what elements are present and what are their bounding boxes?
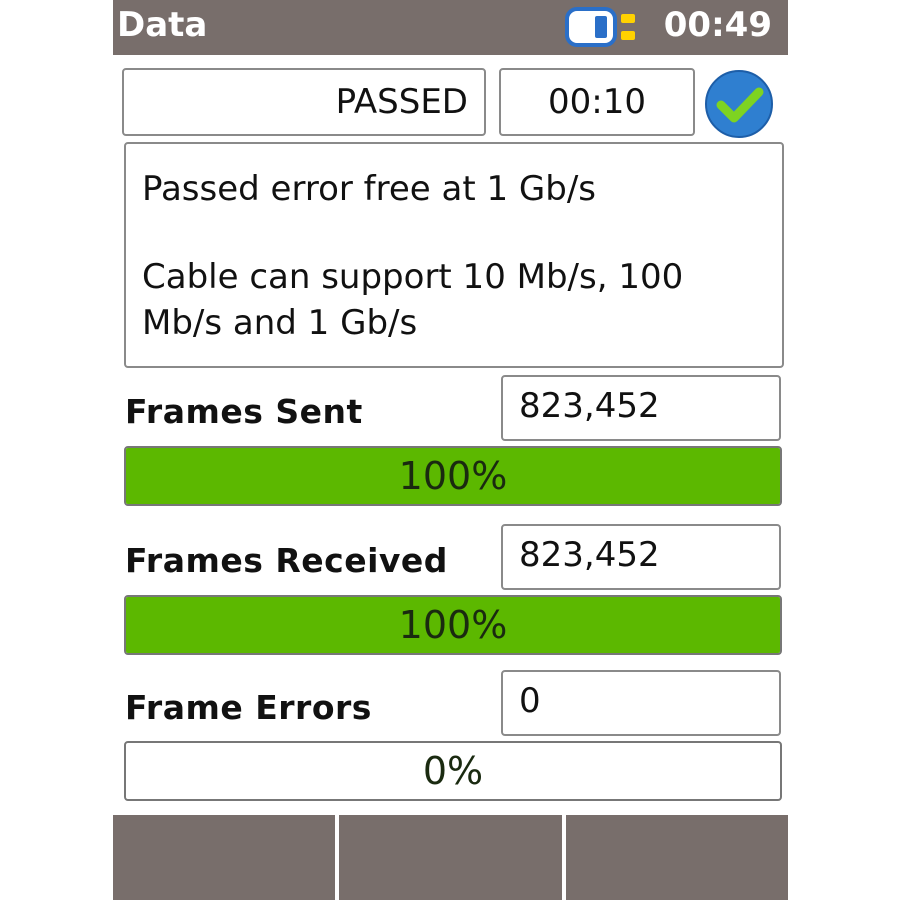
result-status-box: PASSED — [122, 68, 486, 136]
frame-errors-percent: 0% — [422, 749, 484, 793]
softkey-bar — [113, 815, 788, 900]
check-circle-icon — [705, 70, 773, 138]
frames-sent-label: Frames Sent — [125, 392, 363, 431]
clock: 00:49 — [663, 5, 772, 45]
header-bar: Data 00:49 — [113, 0, 788, 55]
frames-received-value-box: 823,452 — [501, 524, 781, 590]
softkey-2[interactable] — [339, 815, 566, 900]
frame-errors-value-box: 0 — [501, 670, 781, 736]
softkey-1[interactable] — [113, 815, 340, 900]
message-line-1: Passed error free at 1 Gb/s — [142, 169, 597, 209]
frames-received-percent: 100% — [398, 603, 508, 647]
frames-sent-value: 823,452 — [519, 386, 660, 426]
result-message: Passed error free at 1 Gb/s Cable can su… — [124, 142, 784, 368]
frames-received-value: 823,452 — [519, 535, 660, 575]
frame-errors-value: 0 — [519, 681, 541, 721]
elapsed-timer: 00:10 — [548, 82, 646, 122]
elapsed-timer-box: 00:10 — [499, 68, 695, 136]
link-status-icon — [565, 7, 635, 47]
frames-received-progress: 100% — [124, 595, 782, 655]
message-line-3: Mb/s and 1 Gb/s — [142, 303, 418, 343]
frames-sent-progress: 100% — [124, 446, 782, 506]
frames-sent-percent: 100% — [398, 454, 508, 498]
frame-errors-progress: 0% — [124, 741, 782, 801]
frames-sent-value-box: 823,452 — [501, 375, 781, 441]
result-status: PASSED — [335, 82, 468, 122]
softkey-3[interactable] — [565, 815, 788, 900]
message-line-2: Cable can support 10 Mb/s, 100 — [142, 257, 684, 297]
screen-title: Data — [117, 5, 208, 45]
frame-errors-label: Frame Errors — [125, 688, 372, 727]
tester-screen: Data 00:49 PASSED 00:10 Passed error fre… — [113, 0, 788, 900]
frames-received-label: Frames Received — [125, 541, 448, 580]
